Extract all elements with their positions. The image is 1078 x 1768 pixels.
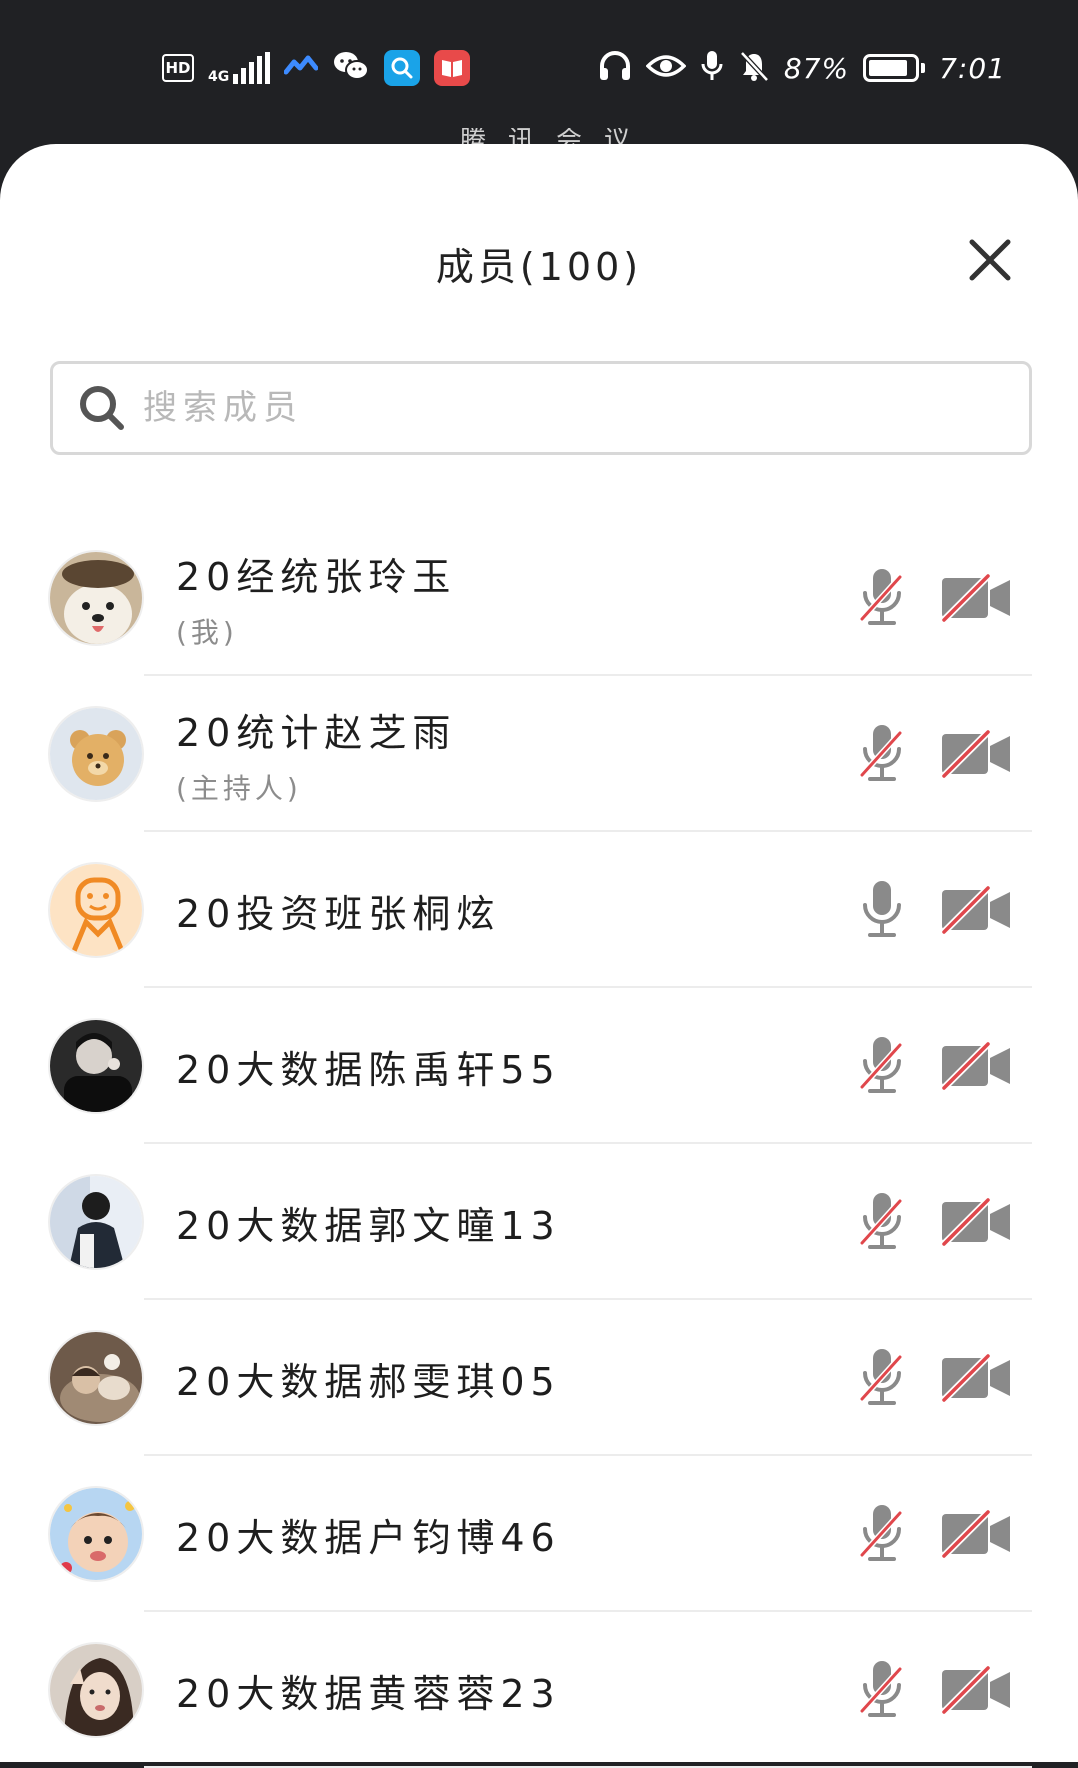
close-button[interactable] bbox=[958, 228, 1022, 292]
members-sheet: 成员(100) 20经统张玲玉(我)20统计赵芝雨(主持人)20投资班张桐炫20… bbox=[0, 144, 1078, 1768]
member-role: (我) bbox=[176, 615, 238, 649]
mic-muted-icon[interactable] bbox=[850, 1652, 914, 1728]
mic-muted-icon[interactable] bbox=[850, 1340, 914, 1416]
hd-icon: HD bbox=[162, 54, 194, 82]
mic-muted-icon[interactable] bbox=[850, 1028, 914, 1104]
member-name: 20经统张玲玉 bbox=[176, 554, 457, 599]
camera-off-icon[interactable] bbox=[936, 876, 1016, 944]
mic-muted-icon[interactable] bbox=[850, 716, 914, 792]
camera-off-icon[interactable] bbox=[936, 1656, 1016, 1724]
girl-photo-avatar bbox=[48, 1642, 144, 1738]
wechat-icon bbox=[332, 50, 370, 86]
mic-muted-icon[interactable] bbox=[850, 1496, 914, 1572]
member-text: 20投资班张桐炫 bbox=[176, 832, 500, 988]
member-row[interactable]: 20大数据郭文曈13 bbox=[0, 1144, 1078, 1300]
background-meeting-title: 腾讯会议 bbox=[460, 128, 653, 144]
member-name: 20大数据陈禹轩55 bbox=[176, 1047, 561, 1092]
search-app-icon bbox=[384, 50, 421, 86]
member-text: 20经统张玲玉 (我) bbox=[176, 520, 456, 676]
search-box[interactable] bbox=[50, 361, 1032, 455]
search-icon bbox=[77, 383, 127, 433]
member-text: 20大数据黄蓉蓉23 bbox=[176, 1612, 561, 1768]
mic-muted-icon[interactable] bbox=[850, 560, 914, 636]
member-name: 20统计赵芝雨 bbox=[176, 710, 457, 755]
camera-off-icon[interactable] bbox=[936, 1032, 1016, 1100]
mic-icon[interactable] bbox=[850, 872, 914, 948]
member-text: 20统计赵芝雨 (主持人) bbox=[176, 676, 456, 832]
samoyed-dog-avatar bbox=[48, 550, 144, 646]
member-text: 20大数据户钧博46 bbox=[176, 1456, 561, 1612]
camera-off-icon[interactable] bbox=[936, 564, 1016, 632]
member-row[interactable]: 20大数据黄蓉蓉23 bbox=[0, 1612, 1078, 1768]
eye-icon bbox=[645, 52, 687, 84]
status-bar: HD 4G 87% 7:01 腾讯会议 bbox=[0, 0, 1078, 144]
member-name: 20投资班张桐炫 bbox=[176, 891, 501, 936]
member-role: (主持人) bbox=[176, 771, 302, 805]
member-text: 20大数据郝雯琪05 bbox=[176, 1300, 561, 1456]
bell-muted-icon bbox=[738, 50, 770, 86]
camera-off-icon[interactable] bbox=[936, 1188, 1016, 1256]
cloud-sync-icon bbox=[283, 54, 319, 82]
baby-photo-avatar bbox=[48, 1486, 144, 1582]
signal-icon: 4G bbox=[208, 52, 271, 85]
close-icon bbox=[969, 239, 1011, 281]
status-bar-right: 87% 7:01 bbox=[598, 48, 1006, 88]
member-text: 20大数据郭文曈13 bbox=[176, 1144, 561, 1300]
member-row[interactable]: 20大数据郝雯琪05 bbox=[0, 1300, 1078, 1456]
sheet-header: 成员(100) bbox=[0, 144, 1078, 364]
search-input[interactable] bbox=[141, 387, 965, 429]
camera-off-icon[interactable] bbox=[936, 1344, 1016, 1412]
member-name: 20大数据郭文曈13 bbox=[176, 1203, 561, 1248]
mic-muted-icon[interactable] bbox=[850, 1184, 914, 1260]
microphone-icon bbox=[700, 49, 724, 87]
network-type-label: 4G bbox=[208, 69, 230, 85]
sleeping-photo-avatar bbox=[48, 1330, 144, 1426]
member-row[interactable]: 20统计赵芝雨 (主持人) bbox=[0, 676, 1078, 832]
member-row[interactable]: 20投资班张桐炫 bbox=[0, 832, 1078, 988]
member-list: 20经统张玲玉 (我) 20统计赵芝雨 (主持人) 20投资班张桐炫 20大数据陈禹轩55… bbox=[0, 520, 1078, 1768]
battery-percent: 87% bbox=[783, 51, 850, 85]
headphones-icon bbox=[598, 50, 632, 86]
status-bar-left: HD 4G bbox=[162, 48, 471, 88]
member-row[interactable]: 20大数据户钧博46 bbox=[0, 1456, 1078, 1612]
clock: 7:01 bbox=[939, 51, 1006, 85]
battery-icon bbox=[863, 54, 926, 82]
member-name: 20大数据户钧博46 bbox=[176, 1515, 561, 1560]
member-text: 20大数据陈禹轩55 bbox=[176, 988, 561, 1144]
book-app-icon bbox=[434, 50, 471, 86]
member-name: 20大数据郝雯琪05 bbox=[176, 1359, 561, 1404]
sheet-title: 成员(100) bbox=[435, 245, 643, 289]
person-photo-avatar bbox=[48, 1174, 144, 1270]
dark-photo-avatar bbox=[48, 1018, 144, 1114]
teddy-bear-avatar bbox=[48, 706, 144, 802]
battery-level-fill bbox=[869, 60, 908, 76]
camera-off-icon[interactable] bbox=[936, 720, 1016, 788]
member-row[interactable]: 20经统张玲玉 (我) bbox=[0, 520, 1078, 676]
default-person-avatar bbox=[48, 862, 144, 958]
camera-off-icon[interactable] bbox=[936, 1500, 1016, 1568]
member-row[interactable]: 20大数据陈禹轩55 bbox=[0, 988, 1078, 1144]
member-name: 20大数据黄蓉蓉23 bbox=[176, 1671, 561, 1716]
